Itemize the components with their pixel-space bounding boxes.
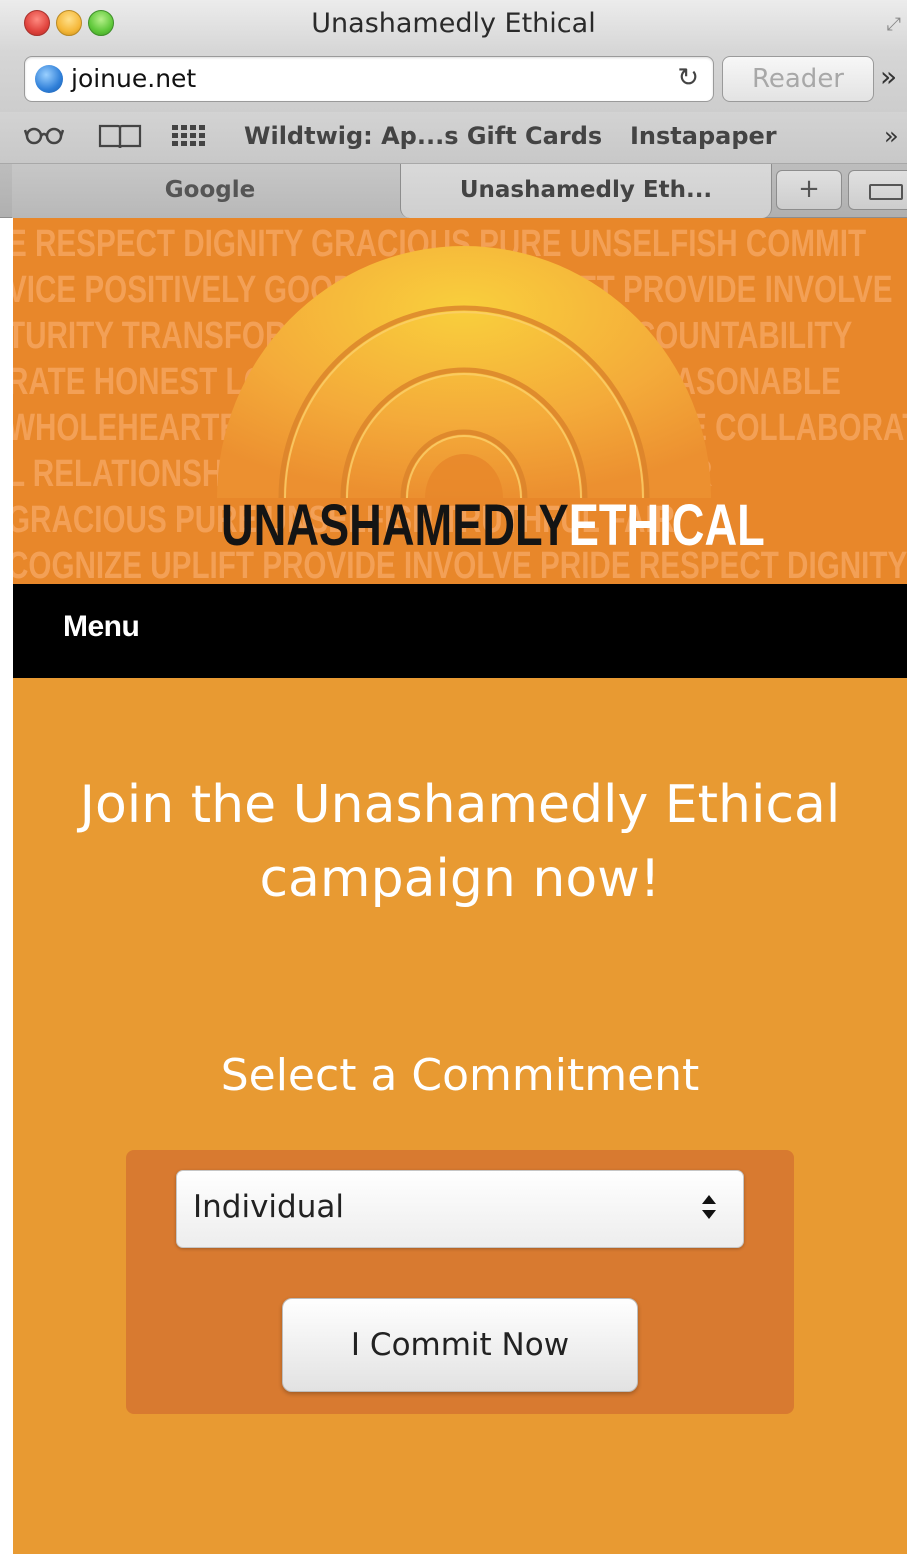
commit-now-button[interactable]: I Commit Now <box>282 1298 638 1392</box>
menu-button[interactable]: Menu <box>63 610 140 644</box>
commitment-form: Individual I Commit Now <box>126 1150 794 1414</box>
globe-icon <box>35 65 63 93</box>
grid-icon[interactable] <box>170 122 208 157</box>
page-headline: Join the Unashamedly Ethical campaign no… <box>79 775 841 909</box>
address-bar[interactable]: joinue.net ↻ <box>24 56 714 102</box>
new-tab-button[interactable]: + <box>776 170 842 210</box>
commitment-select-value: Individual <box>193 1189 344 1225</box>
url-text[interactable]: joinue.net <box>71 64 196 93</box>
toolbar-overflow-icon[interactable]: » <box>880 60 897 93</box>
header-banner: E RESPECT DIGNITY GRACIOUS PURE UNSELFIS… <box>13 218 907 584</box>
nav-bar: Menu <box>13 584 907 678</box>
web-page: E RESPECT DIGNITY GRACIOUS PURE UNSELFIS… <box>13 218 907 1554</box>
logo-text-ethical: ETHICAL <box>568 493 765 558</box>
bookmark-item-wildtwig[interactable]: Wildtwig: Ap...s Gift Cards <box>244 122 602 150</box>
logo-text-unashamedly: UNASHAMEDLY <box>221 493 569 558</box>
window-titlebar: Unashamedly Ethical ⤢ <box>0 0 907 52</box>
glasses-icon[interactable] <box>23 122 65 153</box>
reader-button[interactable]: Reader <box>722 56 874 102</box>
tab-unashamedly-ethical[interactable]: Unashamedly Eth... <box>400 164 772 218</box>
book-icon[interactable] <box>98 122 142 157</box>
commitment-heading: Select a Commitment <box>220 1050 700 1101</box>
reload-icon[interactable]: ↻ <box>677 63 699 93</box>
bookmarks-overflow-icon[interactable]: » <box>884 122 899 150</box>
window-title: Unashamedly Ethical <box>311 8 596 39</box>
main-content: Join the Unashamedly Ethical campaign no… <box>13 678 907 1554</box>
bookmarks-bar: Wildtwig: Ap...s Gift Cards Instapaper » <box>0 112 907 164</box>
commitment-select[interactable]: Individual <box>176 1170 744 1248</box>
address-toolbar: joinue.net ↻ Reader » <box>0 52 907 112</box>
tab-google[interactable]: Google <box>12 164 408 218</box>
select-updown-icon <box>702 1195 716 1219</box>
fullscreen-icon[interactable]: ⤢ <box>887 14 901 35</box>
bookmark-item-instapaper[interactable]: Instapaper <box>630 122 777 150</box>
tab-overview-icon[interactable] <box>848 170 907 210</box>
tab-bar: Google Unashamedly Eth... + <box>0 164 907 218</box>
site-logo-wordmark[interactable]: UNASHAMEDLYETHICAL <box>221 494 765 558</box>
